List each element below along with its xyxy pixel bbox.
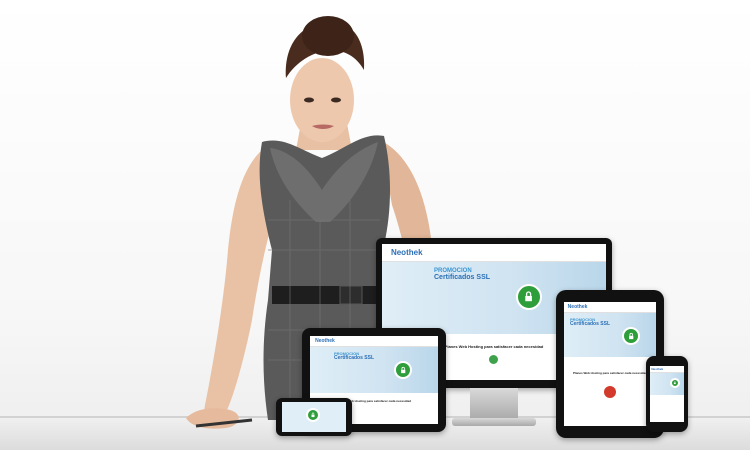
tablet-padlock-icon [394,361,412,379]
ipad-plans-heading: Planes Web Hosting para satisfacer cada … [573,371,647,375]
ipad-hero: PROMOCION Certificados SSL [564,313,656,357]
ipad-logo: Neothek [567,304,588,310]
ipad-screen: Neothek PROMOCION Certificados SSL Plane… [564,302,656,426]
site-navbar: Neothek [382,244,606,262]
ipad-navbar: Neothek [564,302,656,313]
phone-screen: Neothek [650,366,684,422]
tablet-logo: Neothek [315,338,335,344]
ipad-plan-icon-wrap [564,385,656,403]
monitor-stand [470,388,518,420]
padlock-icon [516,284,542,310]
eye-right [331,97,341,103]
tablet-hero: PROMOCION Certificados SSL [310,347,438,393]
phone-navbar: Neothek [650,366,684,373]
small-tablet [276,398,352,436]
eye-left [304,97,314,103]
ipad-padlock-icon [622,327,640,345]
ipad-plan-icon-red [604,386,616,398]
phone-hero [650,373,684,395]
brand-logo: Neothek [390,248,423,257]
phone-logo: Neothek [651,367,664,371]
phone-padlock-icon [670,378,680,388]
hair-bun [302,16,354,56]
belt-buckle [339,285,363,305]
hero-title: Certificados SSL [434,274,491,281]
face [290,58,354,142]
small-tablet-screen [282,402,346,432]
belt [272,286,382,304]
ipad-hero-title: Certificados SSL [570,321,611,327]
product-photo: Neothek PROMOCION Certificados SSL Plane… [0,0,750,450]
smartphone: Neothek [646,356,688,432]
small-tablet-padlock-icon [306,408,320,422]
tablet-hero-title: Certificados SSL [334,355,375,361]
monitor-base [452,418,536,426]
tablet-navbar: Neothek [310,336,438,347]
plan-icon-green [489,355,499,364]
